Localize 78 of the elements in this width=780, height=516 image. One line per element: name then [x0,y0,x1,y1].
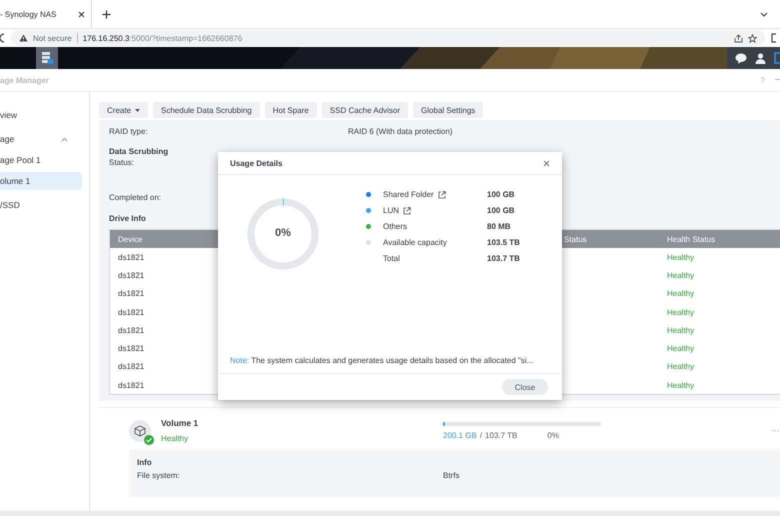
section-title: Info [137,458,153,468]
toolbar-button[interactable]: Schedule Data Scrubbing [153,102,260,118]
widget-icon[interactable] [774,52,780,64]
legend-label: LUN [383,206,400,215]
table-cell: ds1821 [110,339,208,358]
legend-value: 103.7 TB [487,254,520,263]
caret-icon [135,108,140,112]
external-link-icon[interactable] [438,190,446,198]
close-icon[interactable] [78,10,85,18]
new-tab-icon[interactable] [102,10,111,18]
legend-label: Shared Folder [383,190,434,199]
legend-value: 100 GB [487,206,515,215]
legend-label: Available capacity [383,238,447,247]
chevron-icon [61,136,68,142]
sidebar-icon[interactable] [771,33,776,43]
table-cell: Healthy [659,284,780,303]
toolbar-button[interactable]: Hot Spare [264,102,317,118]
external-link-icon[interactable] [403,206,412,214]
volume-name: Volume 1 [161,418,200,428]
table-cell: Healthy [659,321,780,340]
used-capacity: 200.1 GB [443,430,477,440]
field-label: File system: [137,471,181,480]
storage-app-icon[interactable] [36,47,58,69]
note-text: Note: The system calculates and generates usage details based on the allocated "si... [229,356,534,367]
table-cell: ds1821 [110,358,208,376]
field-value: RAID 6 (With data protection) [348,127,452,136]
section-title: Drive Info [109,214,146,225]
toolbar-button[interactable]: SSD Cache Advisor [322,102,408,118]
chevron-icon[interactable] [760,12,768,16]
volume-icon [129,420,151,442]
close-button[interactable]: Close [502,379,548,395]
share-icon[interactable] [734,34,743,42]
browser-tab[interactable]: - Synology NAS [0,0,92,28]
table-cell: ds1821 [110,321,208,340]
total-capacity: 103.7 TB [485,430,518,440]
sidebar-item[interactable]: age Pool 1 [0,151,82,169]
field-label: RAID type: [109,127,149,136]
sidebar-item[interactable]: /SSD [0,196,82,214]
window-title: age Manager [0,76,49,84]
usage-percent: 0% [547,430,559,440]
user-icon[interactable] [755,52,766,64]
column-header: Health Status [659,230,780,248]
sidebar-item[interactable]: view [0,106,82,124]
warning-icon [19,34,28,42]
legend-value: 103.5 TB [487,238,520,247]
toolbar-button[interactable]: Global Settings [413,102,484,118]
dialog-title: Usage Details [230,158,282,168]
more-button[interactable]: ··· [771,426,779,436]
field-label: Status: [109,158,134,169]
table-cell: Healthy [659,266,780,285]
field-label: Completed on: [109,193,162,204]
legend-label: Total [383,254,400,263]
table-cell: Healthy [659,358,780,376]
legend-label: Others [383,222,408,231]
separator: / [480,430,482,440]
table-cell: ds1821 [110,284,208,303]
chat-icon[interactable] [735,52,747,64]
star-icon[interactable] [748,34,757,42]
volume-status: Healthy [161,434,190,444]
table-cell: ds1821 [110,302,208,322]
section-title: Data Scrubbing [109,147,168,158]
legend-value: 100 GB [487,190,515,199]
table-cell: ds1821 [110,266,208,285]
table-cell: Healthy [659,339,780,358]
reload-icon[interactable] [0,33,5,43]
table-cell: Healthy [659,302,780,322]
sidebar-item[interactable]: olume 1 [0,172,82,190]
usage-percent: 0% [274,227,292,239]
column-header: Device [110,230,208,248]
sidebar-item[interactable]: age [0,130,82,148]
toolbar-button[interactable]: Create [99,102,148,118]
legend-value: 80 MB [487,222,511,231]
table-cell: ds1821 [110,376,208,395]
table-cell: ds1821 [110,248,208,266]
address-field[interactable]: Not secure 176.16.250.3:5000/?timestamp=1662660876 [11,30,765,46]
field-value: Btrfs [443,471,460,480]
table-cell: Healthy [659,248,780,266]
table-cell: Healthy [659,376,780,395]
